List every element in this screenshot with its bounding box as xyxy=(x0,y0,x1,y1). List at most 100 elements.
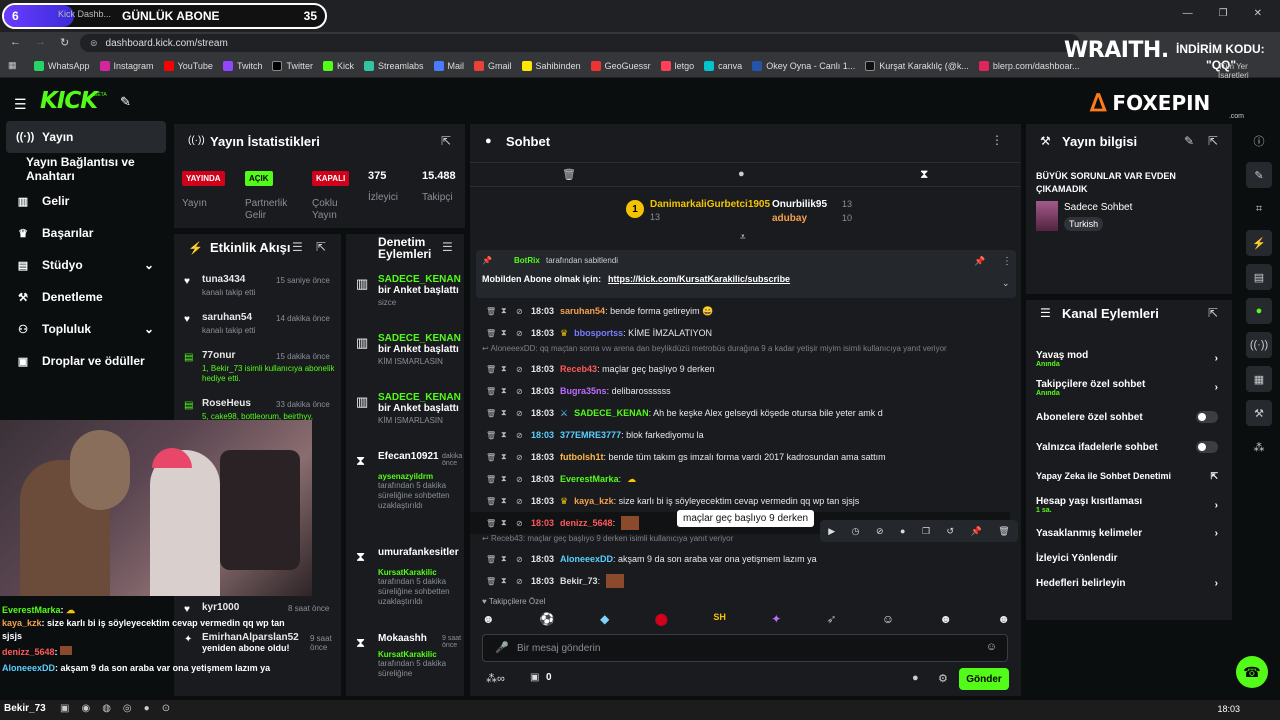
ban-icon[interactable]: ⊘ xyxy=(516,409,525,418)
popout-icon[interactable]: ⇱ xyxy=(1208,306,1218,320)
msg-user[interactable]: 377EMRE3777 xyxy=(560,430,621,440)
action-followers-only[interactable]: Takipçilere özel sohbet Anında › xyxy=(1036,373,1232,402)
lightning-icon[interactable]: ⚡ xyxy=(1246,230,1272,256)
apps-icon[interactable]: ▦ xyxy=(8,60,17,71)
edit-icon[interactable]: ✎ xyxy=(1184,134,1194,148)
hide-icon[interactable]: ⊘ xyxy=(876,526,884,537)
timeout-icon[interactable]: ⧗ xyxy=(501,364,510,374)
ban-icon[interactable]: ⊘ xyxy=(516,497,525,506)
url-field[interactable]: ⊜ dashboard.kick.com/stream xyxy=(80,34,1080,52)
bookmark-instagram[interactable]: Instagram xyxy=(99,60,154,71)
app-icon[interactable]: ◍ xyxy=(102,703,111,714)
more-options-icon[interactable]: ⋮ xyxy=(991,133,1003,147)
mod-by-user[interactable]: KursatKarakilic xyxy=(378,568,464,577)
category-name[interactable]: Sadece Sohbet xyxy=(1064,202,1132,213)
grid-icon[interactable]: ▦ xyxy=(1246,366,1272,392)
edit-icon[interactable]: ✎ xyxy=(1246,162,1272,188)
msg-user[interactable]: bbosportss xyxy=(574,328,623,338)
channel-points-icon[interactable]: ⁂∞ xyxy=(486,672,505,685)
bookmark-tiktok[interactable]: Kurşat Karaklılç (@k... xyxy=(865,60,969,71)
nav-item-income[interactable]: ▥ Gelir xyxy=(2,185,170,217)
app-icon[interactable]: ◉ xyxy=(81,703,90,714)
list-icon[interactable]: ▤ xyxy=(1246,264,1272,290)
bookmark-twitter[interactable]: Twitter xyxy=(272,60,313,71)
chat-message[interactable]: 🗑 ⧗ ⊘ 18:03 saruhan54: bende forma getireyim… xyxy=(470,300,1010,322)
top-gifter-name[interactable]: DanimarkaliGurbetci1905 xyxy=(650,199,770,210)
drops-icon[interactable]: ⁂ xyxy=(1246,434,1272,460)
action-slow-mode[interactable]: Yavaş mod Anında › xyxy=(1036,344,1232,373)
mic-icon[interactable]: 🎤 xyxy=(495,641,509,654)
ban-icon[interactable]: ⊘ xyxy=(516,555,525,564)
mod-by-user[interactable]: KursatKarakilic xyxy=(378,650,464,659)
maximize-icon[interactable]: ❐ xyxy=(1219,8,1228,19)
timeout-icon[interactable]: ⧗ xyxy=(501,430,510,440)
nav-item-community[interactable]: ⚇ Topluluk ⌄ xyxy=(2,313,170,345)
copy-icon[interactable]: ❐ xyxy=(922,526,930,537)
gift-icon[interactable]: ▣ xyxy=(530,672,539,683)
toggle-switch[interactable] xyxy=(1196,441,1218,453)
ban-icon[interactable]: ⊘ xyxy=(516,307,525,316)
action-set-goals[interactable]: Hedefleri belirleyin › xyxy=(1036,570,1232,596)
ban-icon[interactable]: ⊘ xyxy=(516,475,525,484)
top-gifter-name[interactable]: adubay xyxy=(772,213,807,224)
ban-icon[interactable]: ⊘ xyxy=(516,365,525,374)
chevron-down-icon[interactable]: ⌄ xyxy=(1002,278,1010,289)
emote-icon[interactable]: ➶ xyxy=(827,612,837,626)
emoji-icon[interactable]: ☺ xyxy=(986,641,997,653)
tab-title[interactable]: Kick Dashb... xyxy=(58,9,111,19)
chat-message[interactable]: 🗑 ⧗ ⊘ 18:03 futbolsh1t: bende tüm takım gs i… xyxy=(470,446,1010,468)
nav-item-stream[interactable]: ((·)) Yayın xyxy=(2,121,170,153)
pin-tool-icon[interactable]: ✎ xyxy=(120,94,131,110)
bookmark-letgo[interactable]: letgo xyxy=(660,60,694,71)
chat-settings-bubble-icon[interactable]: ● xyxy=(912,672,919,684)
app-icon[interactable]: ⊙ xyxy=(162,703,170,714)
delete-icon[interactable]: 🗑 xyxy=(486,307,496,316)
msg-user[interactable]: denizz_5648 xyxy=(560,518,613,528)
msg-user[interactable]: futbolsh1t xyxy=(560,452,604,462)
bookmark-canva[interactable]: canva xyxy=(704,60,742,71)
emote-icon[interactable]: ⚽ xyxy=(540,612,555,626)
reload-icon[interactable]: ↻ xyxy=(60,36,69,49)
action-account-age[interactable]: Hesap yaşı kısıtlaması 1 sa. › xyxy=(1036,490,1232,520)
chat-message[interactable]: 🗑 ⧗ ⊘ 18:03 Bekir_73: xyxy=(470,570,1010,592)
filter-icon[interactable]: ☰ xyxy=(442,240,453,254)
trash-icon[interactable]: 🗑 xyxy=(998,526,1009,537)
info-icon[interactable]: ⓘ xyxy=(1246,128,1272,154)
delete-icon[interactable]: 🗑 xyxy=(486,409,496,418)
emote-icon[interactable]: ☻ xyxy=(482,612,495,626)
emote-icon[interactable]: ✦ xyxy=(771,612,781,626)
undo-icon[interactable]: ↺ xyxy=(947,526,955,537)
filter-icon[interactable]: ☰ xyxy=(292,240,303,254)
bookmark-whatsapp[interactable]: WhatsApp xyxy=(34,60,90,71)
chat-message[interactable]: 🗑 ⧗ ⊘ 18:03 377EMRE3777: blok farkediyomu la xyxy=(470,424,1010,446)
nav-item-moderation[interactable]: ⚒ Denetleme xyxy=(2,281,170,313)
delete-icon[interactable]: 🗑 xyxy=(486,329,496,338)
bookmark-streamlabs[interactable]: Streamlabs xyxy=(363,60,424,71)
msg-user[interactable]: EverestMarka xyxy=(560,474,619,484)
chat-message[interactable]: 🗑 ⧗ ⊘ 18:03 Receb43: maçlar geç başlıyo 9 de… xyxy=(470,358,1010,380)
bookmark-gmail[interactable]: Gmail xyxy=(474,60,512,71)
chat-message[interactable]: 🗑 ⧗ ⊘ 18:03 ⚔ SADECE_KENAN: Ah be keşke Alex … xyxy=(470,402,1010,424)
msg-user[interactable]: Bugra35ns xyxy=(560,386,607,396)
pin-icon[interactable]: 📌 xyxy=(971,526,982,537)
action-banned-words[interactable]: Yasaklanmış kelimeler › xyxy=(1036,520,1232,546)
delete-icon[interactable]: 🗑 xyxy=(486,453,496,462)
delete-icon[interactable]: 🗑 xyxy=(486,555,496,564)
mod-by-user[interactable]: aysenazyildrm xyxy=(378,472,464,481)
collapse-icon[interactable]: ⩡ xyxy=(740,232,746,243)
app-icon[interactable]: ● xyxy=(144,703,150,714)
app-icon[interactable]: ◎ xyxy=(123,703,132,714)
chat-message[interactable]: 🗑 ⧗ ⊘ 18:03 EverestMarka: ☁ xyxy=(470,468,1010,490)
timeout-icon[interactable]: ⧗ xyxy=(501,328,510,338)
popout-icon[interactable]: ⇱ xyxy=(1208,134,1218,148)
menu-icon[interactable]: ☰ xyxy=(14,96,27,113)
emote-icon[interactable]: ⬤ xyxy=(655,612,668,626)
ban-icon[interactable]: ⊘ xyxy=(516,577,525,586)
bookmark-mail[interactable]: Mail xyxy=(433,60,464,71)
bookmark-geoguessr[interactable]: GeoGuessr xyxy=(590,60,651,71)
wrench-icon[interactable]: ⚒ xyxy=(1246,400,1272,426)
msg-user[interactable]: saruhan54 xyxy=(560,306,605,316)
delete-icon[interactable]: 🗑 xyxy=(486,365,496,374)
mod-user[interactable]: SADECE_KENAN xyxy=(378,392,464,403)
mod-user[interactable]: umurafankesitler xyxy=(378,547,464,558)
